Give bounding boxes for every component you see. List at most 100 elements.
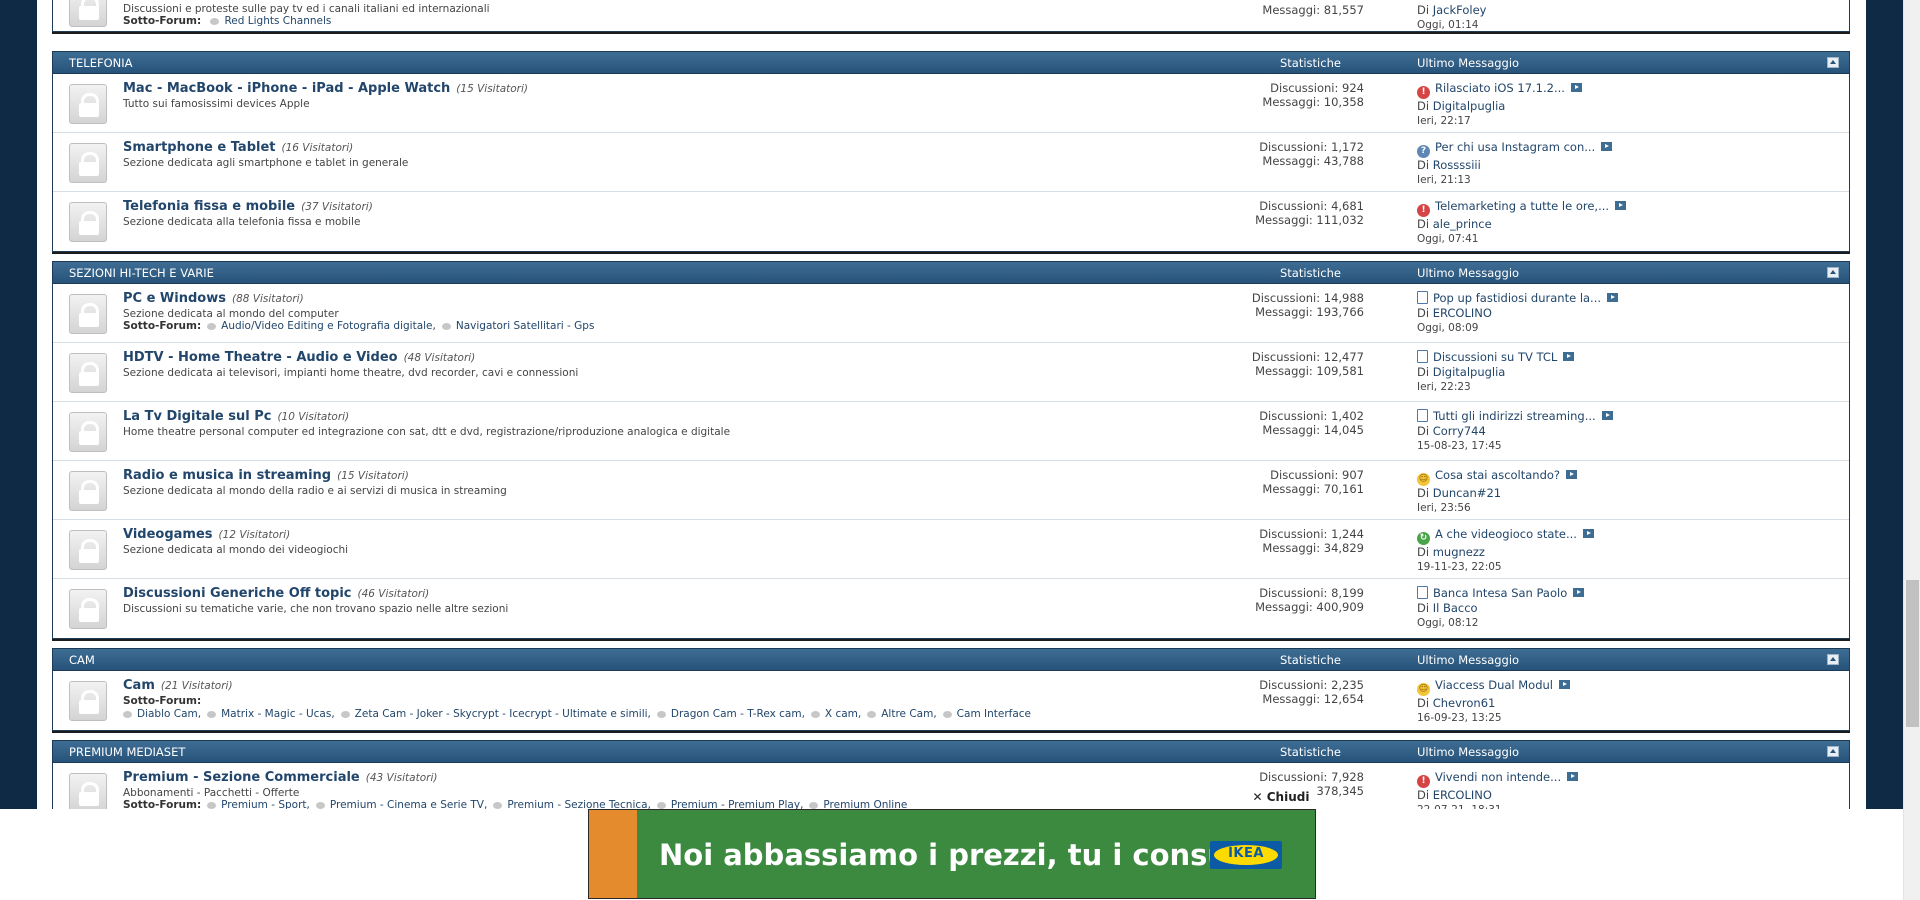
- scrollbar-thumb[interactable]: [1906, 580, 1919, 727]
- forum-title-line: La Tv Digitale sul Pc (10 Visitatori): [123, 409, 349, 424]
- category-title[interactable]: SEZIONI HI-TECH E VARIE: [69, 262, 214, 284]
- subforum-link[interactable]: Premium - Sport,: [221, 799, 310, 809]
- stats-messages: Messaggi: 81,557: [1262, 3, 1364, 17]
- go-to-post-icon[interactable]: [1573, 588, 1585, 597]
- category-header: SEZIONI HI-TECH E VARIE Statistiche Ultimo…: [53, 262, 1849, 284]
- subforum-link[interactable]: Zeta Cam - Joker - Skycrypt - Icecrypt -…: [355, 708, 651, 720]
- last-post-title[interactable]: Tutti gli indirizzi streaming...: [1433, 409, 1596, 423]
- forum-title-link[interactable]: Premium - Sezione Commerciale: [123, 770, 360, 785]
- forum-lock-icon: [69, 589, 107, 629]
- last-post-title[interactable]: Per chi usa Instagram con...: [1435, 140, 1595, 154]
- stats-threads: Discussioni: 924: [1270, 81, 1364, 95]
- subforum-link[interactable]: Dragon Cam - T-Rex cam,: [671, 708, 805, 720]
- go-to-post-icon[interactable]: [1607, 293, 1619, 302]
- by-prefix: Di: [1417, 99, 1430, 113]
- subforum-bubble-icon: [207, 322, 217, 330]
- ad-banner[interactable]: Noi abbassiamo i prezzi, tu i consumi. I…: [588, 809, 1316, 899]
- author-link[interactable]: Duncan#21: [1433, 486, 1501, 500]
- collapse-icon[interactable]: [1827, 57, 1839, 68]
- subforum-link[interactable]: Altre Cam,: [881, 708, 936, 720]
- author-link[interactable]: ERCOLINO: [1433, 788, 1492, 802]
- forum-title-link[interactable]: PC e Windows: [123, 291, 226, 306]
- subforum-link[interactable]: Diablo Cam,: [137, 708, 201, 720]
- ad-close-button[interactable]: ✕ Chiudi: [1247, 786, 1315, 808]
- subforum-link[interactable]: Premium - Sezione Tecnica,: [507, 799, 651, 809]
- author-link[interactable]: ale_prince: [1433, 217, 1492, 231]
- forum-description: Home theatre personal computer ed integr…: [123, 426, 731, 438]
- last-post: Tutti gli indirizzi streaming... Di Corry…: [1417, 409, 1613, 454]
- subforum-label: Sotto-Forum:: [123, 15, 202, 27]
- subforum-link[interactable]: Premium - Cinema e Serie TV,: [330, 799, 487, 809]
- last-post-title[interactable]: Discussioni su TV TCL: [1433, 350, 1557, 364]
- forum-stats: Discussioni: 12,477 Messaggi: 109,581: [1252, 350, 1364, 378]
- go-to-post-icon[interactable]: [1582, 529, 1594, 538]
- author-link[interactable]: Digitalpuglia: [1433, 99, 1506, 113]
- forum-title-link[interactable]: Smartphone e Tablet: [123, 140, 276, 155]
- forum-title-link[interactable]: Telefonia fissa e mobile: [123, 199, 295, 214]
- visitor-count: (43 Visitatori): [365, 772, 438, 784]
- forum-stats: Discussioni: 1,244 Messaggi: 34,829: [1259, 527, 1364, 555]
- forum-lock-icon: [69, 294, 107, 334]
- forum-title-link[interactable]: La Tv Digitale sul Pc: [123, 409, 271, 424]
- forum-stats: Discussioni: 907 Messaggi: 70,161: [1262, 468, 1364, 496]
- subforum-link[interactable]: Matrix - Magic - Ucas,: [221, 708, 335, 720]
- forum-title-link[interactable]: Radio e musica in streaming: [123, 468, 331, 483]
- last-post-title[interactable]: Viaccess Dual Modul: [1435, 678, 1553, 692]
- go-to-post-icon[interactable]: [1615, 201, 1627, 210]
- author-link[interactable]: Rossssiii: [1433, 158, 1481, 172]
- go-to-post-icon[interactable]: [1567, 772, 1579, 781]
- author-link[interactable]: Il Bacco: [1433, 601, 1478, 615]
- forum-lock-icon: [69, 471, 107, 511]
- subforum-link[interactable]: X cam,: [825, 708, 861, 720]
- last-post-title[interactable]: Vivendi non intende...: [1435, 770, 1561, 784]
- forum-row: Discussioni e proteste sulle pay tv ed i…: [53, 0, 1849, 31]
- forum-row: La Tv Digitale sul Pc (10 Visitatori) Home…: [53, 402, 1849, 461]
- category-title[interactable]: CAM: [69, 649, 95, 671]
- forum-row: Premium - Sezione Commerciale (43 Visitat…: [53, 763, 1849, 809]
- last-post-title[interactable]: Pop up fastidiosi durante la...: [1433, 291, 1601, 305]
- category-title[interactable]: PREMIUM MEDIASET: [69, 741, 185, 763]
- last-post-author: Di Rossssiii: [1417, 158, 1612, 173]
- stats-threads: Discussioni: 1,172: [1259, 140, 1364, 154]
- author-link[interactable]: Chevron61: [1433, 696, 1496, 710]
- collapse-icon[interactable]: [1827, 654, 1839, 665]
- forum-title-link[interactable]: Cam: [123, 678, 155, 693]
- category-title[interactable]: TELEFONIA: [69, 52, 133, 74]
- collapse-icon[interactable]: [1827, 746, 1839, 757]
- last-post-title[interactable]: Banca Intesa San Paolo: [1433, 586, 1567, 600]
- subforum-link[interactable]: Navigatori Satellitari - Gps: [456, 320, 595, 332]
- forum-description: Tutto sui famosissimi devices Apple: [123, 98, 310, 110]
- subforum-link[interactable]: Audio/Video Editing e Fotografia digital…: [221, 320, 436, 332]
- subforum-list: Sotto-Forum: Audio/Video Editing e Fotogr…: [123, 320, 594, 332]
- subforum-link[interactable]: Premium - Premium Play,: [671, 799, 803, 809]
- go-to-post-icon[interactable]: [1563, 352, 1575, 361]
- author-link[interactable]: Digitalpuglia: [1433, 365, 1506, 379]
- last-post-title[interactable]: Telemarketing a tutte le ore,...: [1435, 199, 1609, 213]
- collapse-icon[interactable]: [1827, 267, 1839, 278]
- subforum-link[interactable]: Cam Interface: [957, 708, 1031, 720]
- vertical-scrollbar[interactable]: [1903, 0, 1920, 900]
- last-post-title[interactable]: Rilasciato iOS 17.1.2...: [1435, 81, 1565, 95]
- go-to-post-icon[interactable]: [1566, 470, 1578, 479]
- forum-lock-icon: [69, 681, 107, 721]
- last-post-title[interactable]: A che videogioco state...: [1435, 527, 1577, 541]
- last-post-author: Di Chevron61: [1417, 696, 1570, 711]
- go-to-post-icon[interactable]: [1559, 680, 1570, 689]
- forum-title-link[interactable]: Mac - MacBook - iPhone - iPad - Apple Wa…: [123, 81, 450, 96]
- go-to-post-icon[interactable]: [1570, 83, 1582, 92]
- last-post-title[interactable]: Cosa stai ascoltando?: [1435, 468, 1560, 482]
- go-to-post-icon[interactable]: [1601, 142, 1613, 151]
- ad-accent-bar: [589, 810, 637, 898]
- go-to-post-icon[interactable]: [1601, 411, 1613, 420]
- forum-title-link[interactable]: HDTV - Home Theatre - Audio e Video: [123, 350, 398, 365]
- subforum-link[interactable]: Premium Online: [823, 799, 907, 809]
- author-link[interactable]: ERCOLINO: [1433, 306, 1492, 320]
- last-post-column-header: Ultimo Messaggio: [1417, 266, 1520, 280]
- forum-title-link[interactable]: Videogames: [123, 527, 213, 542]
- author-link[interactable]: JackFoley: [1433, 3, 1487, 17]
- forum-row: Cam (21 Visitatori) Sotto-Forum: Diablo Cam…: [53, 671, 1849, 730]
- forum-title-link[interactable]: Discussioni Generiche Off topic: [123, 586, 352, 601]
- subforum-link[interactable]: Red Lights Channels: [224, 15, 331, 27]
- author-link[interactable]: mugnezz: [1433, 545, 1485, 559]
- author-link[interactable]: Corry744: [1433, 424, 1486, 438]
